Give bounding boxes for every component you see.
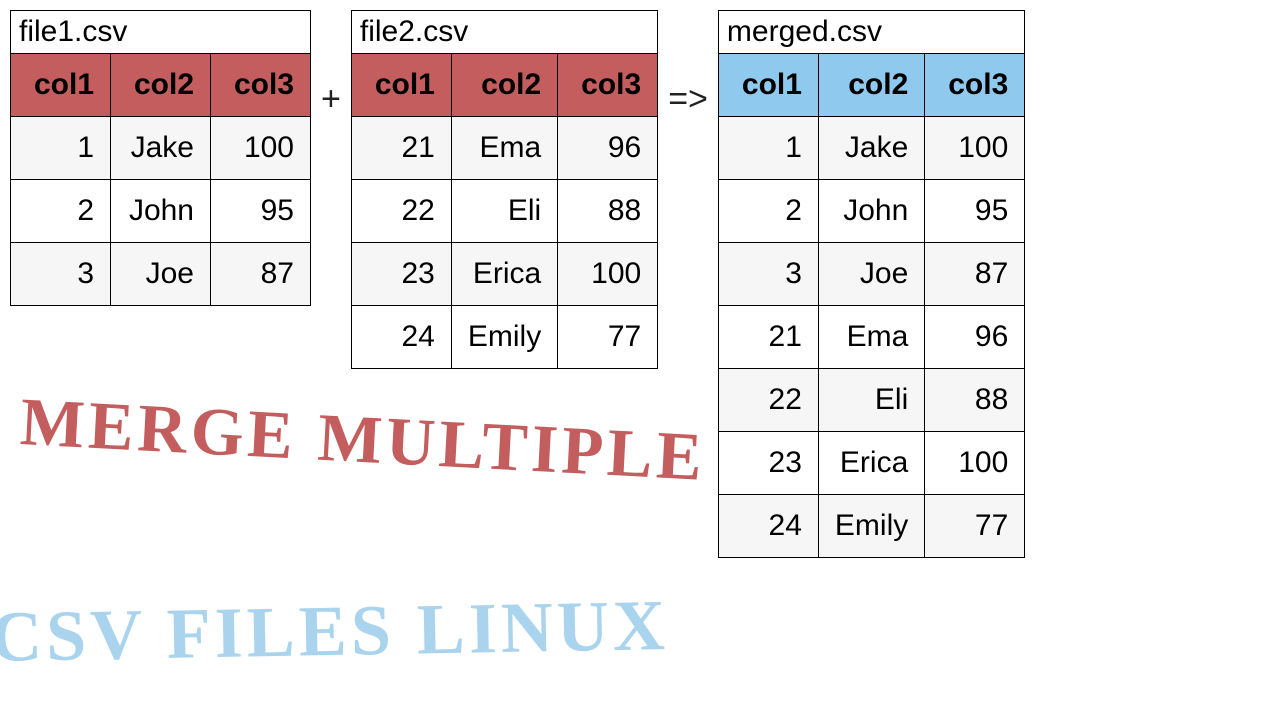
table-cell: Eli — [818, 369, 924, 432]
table-cell: 21 — [351, 117, 451, 180]
table-cell: 77 — [925, 495, 1025, 558]
table-row: 22Eli88 — [718, 369, 1024, 432]
table-cell: 88 — [558, 180, 658, 243]
table-cell: Ema — [818, 306, 924, 369]
csv-table: file1.csvcol1col2col31Jake1002John953Joe… — [10, 10, 311, 306]
arrow-operator: => — [664, 10, 712, 119]
table-row: 22Eli88 — [351, 180, 657, 243]
plus-operator: + — [317, 10, 345, 119]
table-cell: 77 — [558, 306, 658, 369]
table-row: 3Joe87 — [11, 243, 311, 306]
column-header: col3 — [558, 54, 658, 117]
column-header: col2 — [111, 54, 211, 117]
table-filename: merged.csv — [718, 10, 1025, 53]
table-cell: Joe — [818, 243, 924, 306]
table-cell: 87 — [211, 243, 311, 306]
table-cell: 24 — [718, 495, 818, 558]
table-row: 1Jake100 — [718, 117, 1024, 180]
table-row: 1Jake100 — [11, 117, 311, 180]
table-cell: John — [818, 180, 924, 243]
table-container-merged: merged.csvcol1col2col31Jake1002John953Jo… — [718, 10, 1025, 558]
table-cell: Erica — [451, 243, 557, 306]
table-cell: 100 — [925, 432, 1025, 495]
table-cell: Ema — [451, 117, 557, 180]
table-cell: 1 — [11, 117, 111, 180]
csv-table: file2.csvcol1col2col321Ema9622Eli8823Eri… — [351, 10, 658, 369]
table-cell: 100 — [925, 117, 1025, 180]
table-cell: 95 — [211, 180, 311, 243]
table-row: 3Joe87 — [718, 243, 1024, 306]
table-cell: 3 — [11, 243, 111, 306]
table-cell: 21 — [718, 306, 818, 369]
table-cell: 96 — [925, 306, 1025, 369]
table-cell: Emily — [818, 495, 924, 558]
table-row: 21Ema96 — [351, 117, 657, 180]
column-header: col3 — [211, 54, 311, 117]
table-cell: 87 — [925, 243, 1025, 306]
table-cell: 100 — [211, 117, 311, 180]
table-cell: 23 — [351, 243, 451, 306]
tables-row: file1.csvcol1col2col31Jake1002John953Joe… — [10, 10, 1275, 558]
column-header: col1 — [351, 54, 451, 117]
table-cell: Eli — [451, 180, 557, 243]
table-cell: Erica — [818, 432, 924, 495]
table-row: 24Emily77 — [351, 306, 657, 369]
table-row: 24Emily77 — [718, 495, 1024, 558]
table-cell: 88 — [925, 369, 1025, 432]
table-cell: Joe — [111, 243, 211, 306]
table-container-file1: file1.csvcol1col2col31Jake1002John953Joe… — [10, 10, 311, 306]
table-cell: 2 — [11, 180, 111, 243]
table-cell: 22 — [351, 180, 451, 243]
column-header: col1 — [11, 54, 111, 117]
table-row: 23Erica100 — [718, 432, 1024, 495]
table-cell: 23 — [718, 432, 818, 495]
table-cell: 22 — [718, 369, 818, 432]
table-cell: Jake — [111, 117, 211, 180]
table-row: 2John95 — [11, 180, 311, 243]
column-header: col2 — [818, 54, 924, 117]
table-cell: 2 — [718, 180, 818, 243]
table-row: 21Ema96 — [718, 306, 1024, 369]
column-header: col2 — [451, 54, 557, 117]
table-cell: 96 — [558, 117, 658, 180]
table-cell: 3 — [718, 243, 818, 306]
table-cell: Emily — [451, 306, 557, 369]
table-filename: file1.csv — [10, 10, 311, 53]
table-row: 23Erica100 — [351, 243, 657, 306]
column-header: col3 — [925, 54, 1025, 117]
handwriting-line2: CSV FILES LINUX — [0, 584, 670, 679]
table-filename: file2.csv — [351, 10, 658, 53]
csv-table: merged.csvcol1col2col31Jake1002John953Jo… — [718, 10, 1025, 558]
table-cell: 1 — [718, 117, 818, 180]
table-cell: 24 — [351, 306, 451, 369]
column-header: col1 — [718, 54, 818, 117]
table-container-file2: file2.csvcol1col2col321Ema9622Eli8823Eri… — [351, 10, 658, 369]
table-cell: 100 — [558, 243, 658, 306]
table-cell: 95 — [925, 180, 1025, 243]
table-cell: John — [111, 180, 211, 243]
table-row: 2John95 — [718, 180, 1024, 243]
table-cell: Jake — [818, 117, 924, 180]
